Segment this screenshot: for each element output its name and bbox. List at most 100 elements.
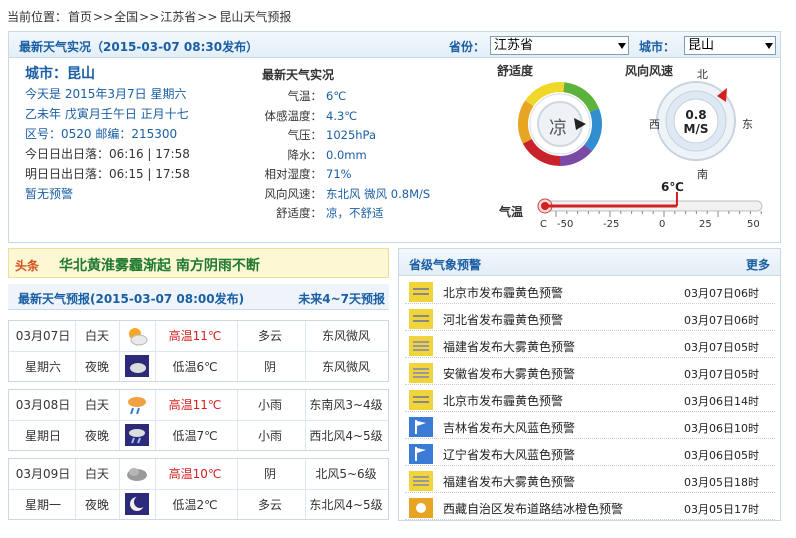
sun-cloud-icon: [129, 328, 148, 346]
warning-item[interactable]: 北京市发布霾黄色预警 03月06日14时: [405, 388, 775, 412]
forecast-weekday: 星期日: [24, 429, 61, 443]
forecast-weekday: 星期六: [24, 360, 61, 374]
warning-title[interactable]: 福建省发布大雾黄色预警: [443, 338, 575, 355]
city-title: 城市：昆山: [25, 66, 95, 82]
warning-title[interactable]: 西藏自治区发布道路结冰橙色预警: [443, 500, 623, 517]
warning-title[interactable]: 北京市发布霾黄色预警: [443, 392, 563, 409]
temperature-tick-labels: C -50 -25 0 25 50: [536, 219, 766, 233]
obs-value: 71%: [326, 167, 352, 181]
forecast-column: 头条 华北黄淮雾霾渐起 南方阴雨不断 最新天气预报(2015-03-07 08:…: [8, 248, 389, 520]
obs-key: 风向风速：: [264, 186, 323, 201]
sun-today: 今日日出日落：06:16 | 17:58: [25, 147, 190, 161]
temp-gauge-label: 气温: [499, 205, 524, 219]
forecast-night-row: 星期日 夜晚 低温7℃ 小雨 西北风4~5级: [9, 420, 388, 450]
province-select[interactable]: 江苏省: [490, 36, 629, 55]
extended-forecast-link[interactable]: 未来4~7天预报: [298, 290, 385, 307]
warning-title[interactable]: 安徽省发布大雾黄色预警: [443, 365, 575, 382]
forecast-date: 03月09日: [15, 467, 71, 481]
breadcrumb-country[interactable]: 全国: [114, 10, 138, 24]
high-temp: 高温10℃: [155, 459, 235, 489]
warning-item[interactable]: 福建省发布大雾黄色预警 03月05日18时: [405, 469, 775, 493]
warning-title[interactable]: 北京市发布霾黄色预警: [443, 284, 563, 301]
provincial-warnings-panel: 省级气象预警 更多 北京市发布霾黄色预警 03月07日06时 河北省发布霾黄色预警 0…: [398, 248, 781, 521]
warning-item[interactable]: 福建省发布大雾黄色预警 03月07日05时: [405, 334, 775, 358]
day-weather: 阴: [263, 467, 276, 481]
warning-item[interactable]: 安徽省发布大雾黄色预警 03月07日05时: [405, 361, 775, 385]
forecast-title: 最新天气预报(2015-03-07 08:00发布): [18, 292, 245, 306]
forecast-daytime-row: 03月07日 白天 高温11℃ 多云 东风微风: [9, 321, 388, 351]
forecast-night-row: 星期六 夜晚 低温6℃ 阴 东风微风: [9, 351, 388, 381]
obs-row-humidity: 相对湿度： 71%: [262, 165, 462, 185]
low-temp: 低温6℃: [172, 360, 218, 374]
night-label: 夜晚: [84, 429, 109, 443]
night-wind: 西北风4~5级: [309, 429, 383, 443]
chevron-down-icon: [618, 43, 626, 49]
night-weather: 小雨: [257, 429, 282, 443]
night-weather: 多云: [257, 498, 282, 512]
warning-title[interactable]: 福建省发布大雾黄色预警: [443, 473, 575, 490]
current-weather-title: 最新天气实况（2015-03-07 08:30发布）: [19, 40, 259, 54]
wind-warning-icon: [409, 417, 433, 437]
breadcrumb-prefix: 当前位置：: [7, 10, 68, 24]
obs-row-wind: 风向风速： 东北风 微风 0.8M/S: [262, 185, 462, 205]
warning-item[interactable]: 北京市发布霾黄色预警 03月07日06时: [405, 280, 775, 304]
rain-icon: [128, 397, 146, 415]
forecast-day-1: 03月07日 白天 高温11℃ 多云 东风微风 星期六 夜晚 低温6℃ 阴 东风…: [8, 320, 389, 382]
warning-time: 03月06日05时: [684, 449, 759, 462]
day-wind: 东南风3~4级: [309, 398, 383, 412]
forecast-daytime-row: 03月08日 白天 高温11℃ 小雨 东南风3~4级: [9, 390, 388, 420]
province-label: 省份：: [449, 40, 486, 54]
breadcrumb: 当前位置：首页>>全国>>江苏省>> 昆山天气预报: [6, 8, 292, 25]
comfort-value: 凉: [549, 118, 567, 139]
wind-speed: 0.8: [685, 108, 707, 122]
headline-text[interactable]: 华北黄淮雾霾渐起 南方阴雨不断: [59, 255, 260, 275]
haze-warning-icon: [409, 282, 433, 302]
obs-value: 东北风 微风 0.8M/S: [326, 186, 431, 201]
night-label: 夜晚: [84, 360, 109, 374]
daytime-label: 白天: [84, 398, 109, 412]
headline-bar[interactable]: 头条 华北黄淮雾霾渐起 南方阴雨不断: [8, 248, 389, 278]
night-wind: 东北风4~5级: [309, 498, 383, 512]
thermo-tick-label: -25: [603, 219, 620, 230]
forecast-day-3: 03月09日 白天 高温10℃ 阴 北风5~6级 星期一 夜晚 低温2℃ 多云 …: [8, 458, 389, 520]
obs-key: 气温：: [287, 89, 323, 103]
obs-row-feels: 体感温度： 4.3℃: [262, 107, 462, 127]
moon-icon: [125, 493, 149, 515]
temperature-ticks: [555, 211, 762, 217]
warning-time: 03月07日05时: [684, 368, 759, 381]
breadcrumb-home[interactable]: 首页: [68, 10, 92, 24]
breadcrumb-province[interactable]: 江苏省: [160, 10, 196, 24]
alert-status: 暂无预警: [25, 187, 74, 201]
city-select[interactable]: 昆山: [684, 36, 776, 55]
warning-item[interactable]: 吉林省发布大风蓝色预警 03月06日10时: [405, 415, 775, 439]
warning-time: 03月06日14时: [684, 395, 759, 408]
warning-title[interactable]: 辽宁省发布大风蓝色预警: [443, 446, 575, 463]
sun-tomorrow: 明日日出日落：06:15 | 17:58: [25, 167, 190, 181]
obs-value: 4.3℃: [326, 108, 358, 123]
ice-warning-icon: [409, 498, 433, 518]
obs-value: 6℃: [326, 89, 347, 103]
warning-item[interactable]: 辽宁省发布大风蓝色预警 03月06日05时: [405, 442, 775, 466]
lunar-date: 乙未年 戊寅月壬午日 正月十七: [25, 107, 189, 121]
day-weather: 小雨: [257, 398, 282, 412]
observation-list: 最新天气实况 气温： 6℃ 体感温度： 4.3℃ 气压： 1025hPa 降水： 0.0…: [262, 66, 462, 224]
haze-warning-icon: [409, 309, 433, 329]
warning-title[interactable]: 吉林省发布大风蓝色预警: [443, 419, 575, 436]
fog-warning-icon: [409, 471, 433, 491]
warning-item[interactable]: 河北省发布霾黄色预警 03月07日06时: [405, 307, 775, 331]
city-value: 昆山: [688, 38, 715, 53]
forecast-header: 最新天气预报(2015-03-07 08:00发布) 未来4~7天预报: [8, 284, 389, 310]
dir-west: 西: [649, 118, 660, 131]
warning-time: 03月07日06时: [684, 287, 759, 300]
night-wind: 东风微风: [321, 360, 370, 374]
breadcrumb-sep: >>: [93, 10, 114, 24]
warning-item[interactable]: 西藏自治区发布道路结冰橙色预警 03月05日17时: [405, 496, 775, 520]
obs-value: 凉，不舒适: [326, 206, 384, 220]
observation-title: 最新天气实况: [262, 68, 335, 82]
daytime-label: 白天: [84, 467, 109, 481]
warnings-more-link[interactable]: 更多: [746, 256, 770, 273]
current-weather-panel: 最新天气实况（2015-03-07 08:30发布） 省份： 江苏省 城市： 昆…: [8, 31, 781, 243]
warning-title[interactable]: 河北省发布霾黄色预警: [443, 311, 563, 328]
thermo-tick-label: -50: [557, 219, 574, 230]
obs-value: 1025hPa: [326, 128, 377, 142]
